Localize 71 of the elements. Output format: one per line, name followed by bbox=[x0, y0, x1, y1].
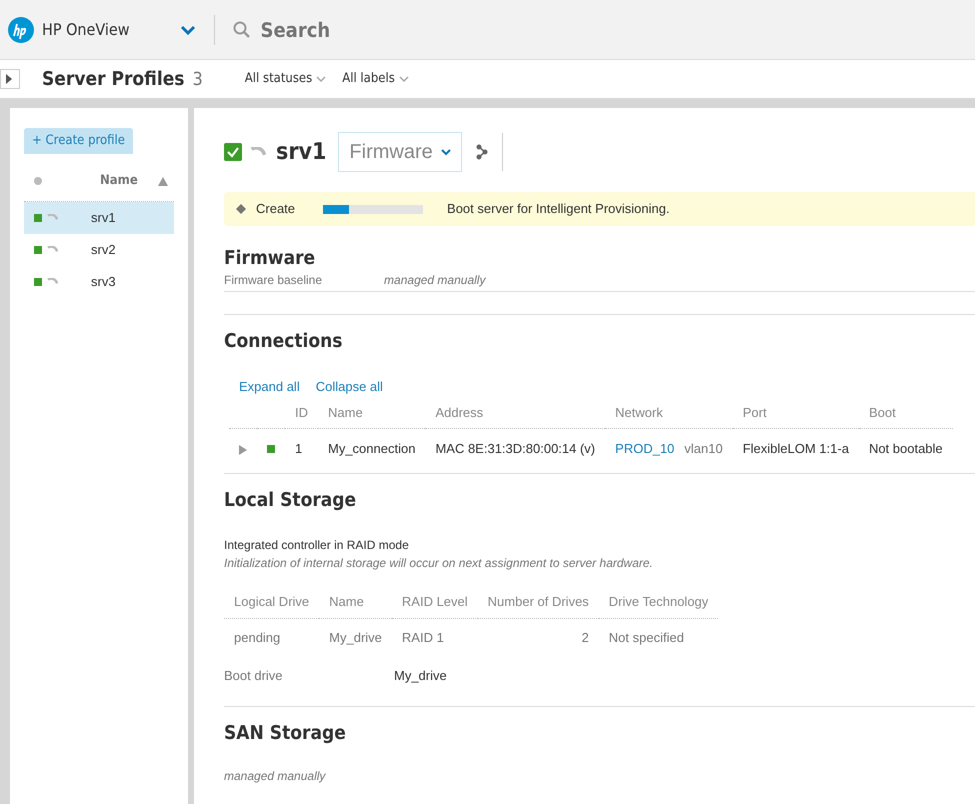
table-cell: My_drive bbox=[319, 618, 392, 656]
column-header: ID bbox=[285, 396, 318, 428]
spinner-icon bbox=[250, 147, 266, 157]
spinner-icon bbox=[47, 278, 58, 285]
profile-title: srv1 bbox=[276, 138, 326, 167]
panel-toggle-icon[interactable] bbox=[0, 69, 20, 89]
table-cell: My_connection bbox=[318, 428, 426, 468]
status-column-icon bbox=[34, 177, 42, 185]
filter-dropdown[interactable]: All statuses bbox=[244, 69, 326, 89]
field-value: managed manually bbox=[224, 768, 327, 785]
column-header: Logical Drive bbox=[224, 586, 320, 618]
profile-name: srv1 bbox=[91, 208, 116, 227]
caret-icon bbox=[316, 76, 326, 82]
caret-icon bbox=[398, 76, 409, 82]
chevron-down-icon[interactable] bbox=[180, 24, 196, 34]
profile-list-item[interactable]: srv2 bbox=[24, 234, 174, 266]
column-header: Port bbox=[732, 396, 859, 428]
profile-list-item[interactable]: srv1 bbox=[24, 202, 174, 234]
field-label: Firmware baseline bbox=[224, 272, 322, 288]
column-header: Network bbox=[605, 396, 733, 428]
table-cell: Not bootable bbox=[858, 428, 953, 468]
caret-icon bbox=[440, 148, 451, 156]
filter-dropdown[interactable]: All labels bbox=[342, 69, 409, 89]
logo-icon bbox=[8, 16, 34, 42]
table-cell: MAC 8E:31:3D:80:00:14 (v) bbox=[425, 428, 606, 468]
vlan-label: vlan10 bbox=[684, 441, 723, 456]
search-icon bbox=[232, 20, 251, 38]
search-field[interactable]: Search bbox=[258, 14, 559, 46]
field-label: Boot drive bbox=[224, 667, 284, 685]
section-heading: SAN Storage bbox=[224, 720, 347, 746]
column-header: Drive Technology bbox=[598, 586, 718, 618]
table-cell: pending bbox=[224, 618, 320, 656]
table-cell: FlexibleLOM 1:1-a bbox=[732, 428, 859, 468]
column-header: RAID Level bbox=[392, 586, 478, 618]
task-message: Boot server for Intelligent Provisioning. bbox=[447, 200, 670, 218]
expand-icon[interactable] bbox=[239, 444, 247, 455]
table-cell: RAID 1 bbox=[392, 618, 478, 656]
table-cell: 2 bbox=[478, 618, 599, 656]
item-count: 3 bbox=[192, 68, 203, 92]
text-link[interactable]: Collapse all bbox=[316, 377, 383, 396]
checkbox[interactable] bbox=[224, 143, 242, 161]
column-header: Address bbox=[425, 396, 606, 428]
create-profile-button[interactable]: + Create profile bbox=[24, 128, 133, 154]
spinner-icon bbox=[47, 246, 58, 253]
table-cell: 1 bbox=[285, 428, 318, 468]
table-cell: Not specified bbox=[598, 618, 718, 656]
field-value: My_drive bbox=[394, 667, 447, 685]
task-name: Create bbox=[256, 200, 296, 218]
section-heading: Connections bbox=[224, 328, 344, 354]
column-header: Number of Drives bbox=[478, 586, 599, 618]
profile-name: srv2 bbox=[91, 240, 116, 259]
diamond-icon bbox=[236, 204, 246, 214]
column-header[interactable]: Name bbox=[100, 171, 138, 191]
view-select[interactable]: Firmware bbox=[338, 132, 462, 172]
spinner-icon bbox=[47, 214, 58, 221]
section-heading: Firmware bbox=[224, 246, 316, 271]
page-title: Server Profiles bbox=[42, 66, 184, 92]
app-title: HP OneView bbox=[42, 18, 130, 40]
column-header: Name bbox=[319, 586, 392, 618]
column-header: Boot bbox=[858, 396, 953, 428]
column-header: Name bbox=[318, 396, 426, 428]
share-icon[interactable] bbox=[476, 144, 488, 160]
controller-mode-text: Integrated controller in RAID mode bbox=[224, 537, 410, 554]
text-link[interactable]: Expand all bbox=[239, 377, 300, 396]
section-heading: Local Storage bbox=[224, 488, 358, 512]
profile-name: srv3 bbox=[91, 272, 116, 291]
profile-list-item[interactable]: srv3 bbox=[24, 266, 174, 298]
storage-note: Initialization of internal storage will occur on next assignment to server hardware. bbox=[224, 555, 654, 572]
field-value: managed manually bbox=[384, 272, 486, 288]
network-link[interactable]: PROD_10 bbox=[615, 441, 674, 456]
sort-ascending-icon[interactable] bbox=[158, 176, 168, 186]
